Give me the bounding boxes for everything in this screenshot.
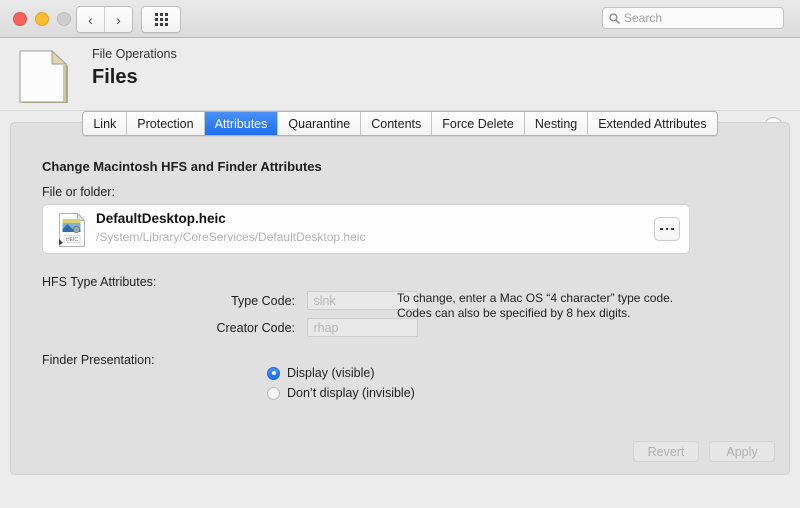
radio-dont-display-label: Don’t display (invisible) [287,386,415,400]
search-placeholder: Search [624,11,663,25]
window-titlebar: ‹ › Search [0,0,800,38]
tab-attributes[interactable]: Attributes [203,112,278,135]
radio-display-visible-label: Display (visible) [287,366,375,380]
tab-force-delete[interactable]: Force Delete [431,112,524,135]
chevron-left-icon: ‹ [88,11,93,28]
browse-button[interactable] [654,217,680,241]
header-text-group: File Operations Files [92,46,177,90]
tab-nesting[interactable]: Nesting [523,112,588,135]
grid-dots-icon [154,13,168,26]
radio-unselected-icon [267,386,280,400]
finder-presentation-radio-group: Display (visible) Don’t display (invisib… [267,363,415,403]
traffic-lights [13,12,71,26]
type-code-hint: To change, enter a Mac OS “4 character” … [397,291,673,321]
type-code-hint-line1: To change, enter a Mac OS “4 character” … [397,291,674,305]
file-dropzone[interactable]: HEIC DefaultDesktop.heic /System/Library… [42,204,690,254]
app-window: ‹ › Search File Operations Files Link Pr… [0,0,800,508]
type-code-hint-line2: Codes can also be specified by 8 hex dig… [397,306,631,320]
search-icon [609,12,620,24]
zoom-button [57,12,71,26]
tab-contents[interactable]: Contents [360,112,432,135]
panel-actions: Revert Apply [633,441,775,462]
breadcrumb: File Operations [92,47,177,61]
show-all-button[interactable] [141,6,181,33]
file-path: /System/Library/CoreServices/DefaultDesk… [96,230,366,244]
revert-button[interactable]: Revert [633,441,699,462]
forward-button[interactable]: › [104,7,132,32]
file-name: DefaultDesktop.heic [96,211,226,226]
page-title: Files [92,66,138,88]
radio-display-visible[interactable]: Display (visible) [267,363,415,383]
hfs-group-label: HFS Type Attributes: [42,275,157,289]
attributes-panel: Change Macintosh HFS and Finder Attribut… [10,122,790,475]
creator-code-row: Creator Code: rhap [191,318,419,337]
type-code-label: Type Code: [231,293,295,308]
heic-file-icon: HEIC [58,212,86,252]
close-button[interactable] [13,12,27,26]
file-field-label: File or folder: [42,185,115,199]
creator-code-label: Creator Code: [216,320,295,335]
tab-link[interactable]: Link [83,112,127,135]
type-code-row: Type Code: slnk [191,291,419,310]
minimize-button[interactable] [35,12,49,26]
tab-quarantine[interactable]: Quarantine [277,112,361,135]
tab-bar: Link Protection Attributes Quarantine Co… [0,111,800,136]
section-title: Change Macintosh HFS and Finder Attribut… [42,159,322,174]
page-header: File Operations Files ? [0,38,800,136]
document-icon [19,49,71,110]
apply-button[interactable]: Apply [709,441,775,462]
back-button[interactable]: ‹ [77,7,104,32]
chevron-right-icon: › [116,11,121,28]
svg-text:HEIC: HEIC [66,237,78,243]
search-field[interactable]: Search [602,7,784,29]
radio-dont-display-invisible[interactable]: Don’t display (invisible) [267,383,415,403]
tab-protection[interactable]: Protection [126,112,204,135]
tab-extended-attributes[interactable]: Extended Attributes [587,112,717,135]
finder-group-label: Finder Presentation: [42,353,155,367]
radio-selected-icon [267,366,280,380]
navigation-segmented-control: ‹ › [76,6,133,33]
